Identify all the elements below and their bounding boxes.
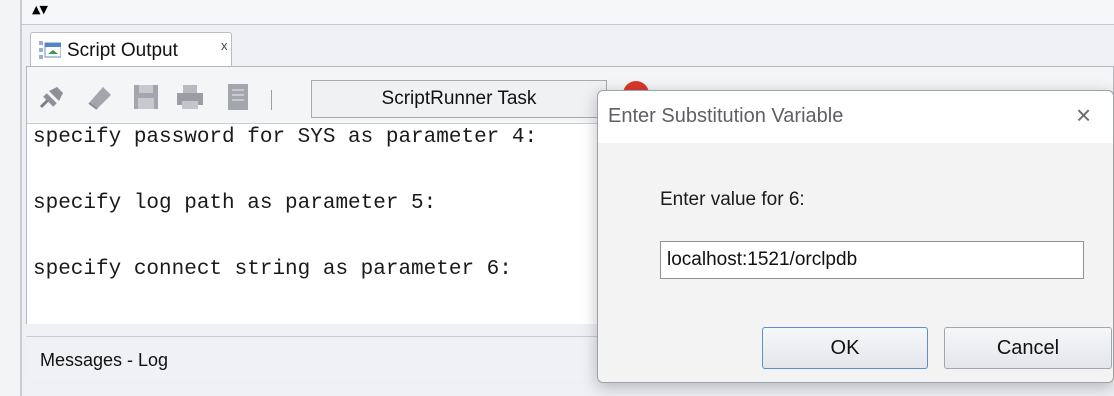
tab-label: Script Output [67,40,178,61]
output-line: specify password for SYS as parameter 4: [33,126,538,149]
left-gutter [0,0,22,396]
messages-log-label: Messages - Log [40,350,169,370]
ok-button[interactable]: OK [762,327,928,369]
save-icon[interactable] [131,83,161,111]
dialog-title: Enter Substitution Variable [608,105,844,127]
pin-icon[interactable] [37,83,67,111]
script-output-icon [39,41,61,59]
toolbar-separator [271,90,272,110]
top-strip [22,0,1114,25]
close-tab-icon[interactable]: x [221,38,228,53]
prompt-label: Enter value for 6: [660,189,805,210]
task-name-field: ScriptRunner Task [311,80,607,118]
print-icon[interactable] [175,83,205,111]
output-line: specify log path as parameter 5: [33,192,437,215]
collapse-arrows-icon[interactable]: ▲▼ [32,4,48,15]
tab-script-output[interactable]: Script Output x [30,32,232,66]
substitution-variable-dialog: Enter Substitution Variable × Enter valu… [597,90,1114,383]
gutter-divider [20,0,22,396]
cancel-button[interactable]: Cancel [944,327,1112,369]
eraser-icon[interactable] [85,83,115,111]
dialog-titlebar[interactable]: Enter Substitution Variable × [598,91,1113,143]
document-icon[interactable] [223,83,253,111]
output-line: specify connect string as parameter 6: [33,258,512,281]
close-icon[interactable]: × [1076,101,1091,129]
substitution-value-input[interactable] [660,241,1084,279]
